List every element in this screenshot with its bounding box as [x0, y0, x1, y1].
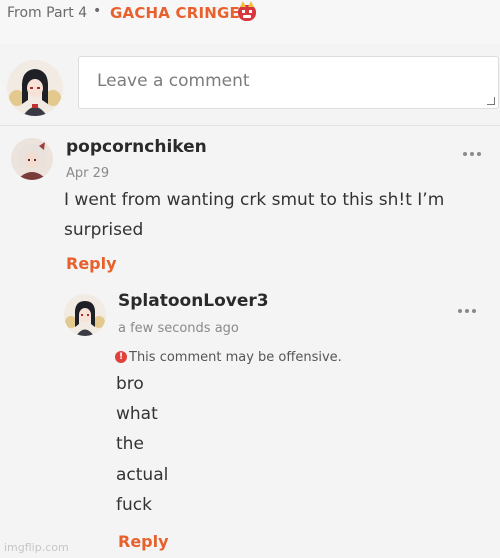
more-options-icon[interactable] — [461, 148, 485, 160]
divider — [0, 125, 500, 126]
reply-button[interactable]: Reply — [118, 532, 169, 551]
resize-grip-icon[interactable] — [487, 97, 495, 105]
replier-avatar[interactable] — [64, 294, 106, 336]
comment-text-line: surprised — [64, 220, 144, 240]
current-user-avatar[interactable] — [7, 60, 63, 116]
comment-timestamp: Apr 29 — [66, 166, 110, 181]
alert-icon: ! — [115, 351, 127, 363]
ogre-mask-icon — [238, 1, 256, 21]
watermark: imgflip.com — [4, 541, 69, 554]
reply-text-line: actual — [116, 465, 169, 485]
reply-timestamp: a few seconds ago — [118, 321, 239, 336]
replier-username[interactable]: SplatoonLover3 — [118, 291, 269, 311]
commenter-username[interactable]: popcornchiken — [66, 137, 207, 157]
story-title-link[interactable]: GACHA CRINGE — [110, 4, 240, 22]
top-bar: From Part 4 • GACHA CRINGE — [0, 0, 500, 44]
reply-text-line: bro — [116, 374, 144, 394]
comment-input[interactable] — [79, 57, 498, 108]
offensive-warning: ! This comment may be offensive. — [115, 349, 342, 365]
more-options-icon[interactable] — [456, 305, 480, 317]
reply-text-line: the — [116, 434, 144, 454]
reply-text-line: what — [116, 404, 158, 424]
reply-text-line: fuck — [116, 495, 152, 515]
from-part-label[interactable]: From Part 4 — [7, 5, 87, 21]
reply-button[interactable]: Reply — [66, 254, 117, 273]
warning-text: This comment may be offensive. — [129, 349, 342, 365]
commenter-avatar[interactable] — [11, 138, 53, 180]
comment-box — [78, 56, 499, 109]
separator-dot: • — [93, 3, 102, 19]
comment-text-line: I went from wanting crk smut to this sh!… — [64, 190, 445, 210]
